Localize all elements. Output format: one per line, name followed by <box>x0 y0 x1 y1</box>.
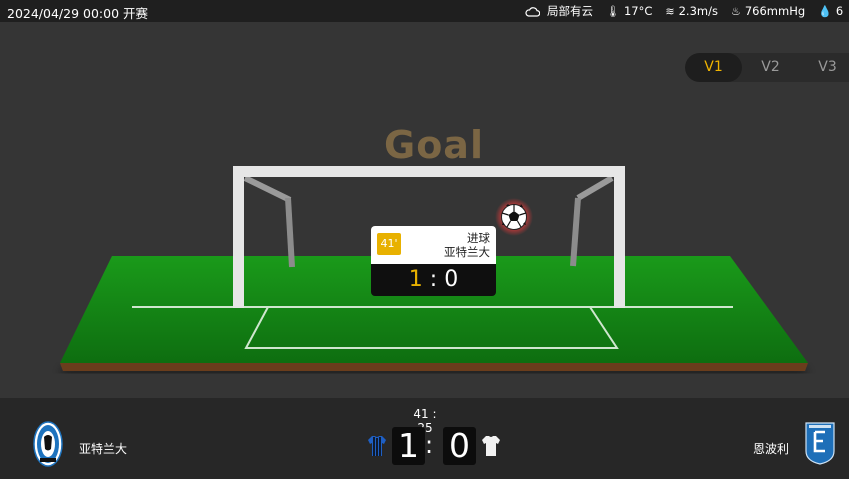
event-away-score: 0 <box>444 267 459 292</box>
event-team: 亚特兰大 <box>444 245 490 259</box>
goal-crossbar <box>233 166 625 177</box>
event-info: 41' 进球 亚特兰大 <box>371 226 496 264</box>
away-score: 0 <box>443 427 476 465</box>
version-tabs: V1 V2 V3 <box>685 53 849 82</box>
scoreboard: 亚特兰大 41 : 25 1 : 0 恩波利 <box>0 398 849 479</box>
pitch-soil-edge <box>60 363 808 371</box>
goal-right-post <box>614 166 625 308</box>
event-text: 进球 亚特兰大 <box>444 231 490 259</box>
atalanta-crest-icon <box>33 421 63 467</box>
home-score: 1 <box>392 427 425 465</box>
goal-back-right-post <box>570 197 581 267</box>
goal-back-left <box>243 175 292 203</box>
tab-v3[interactable]: V3 <box>799 53 849 82</box>
away-jersey-icon <box>482 436 500 456</box>
animation-title: Goal <box>384 123 484 167</box>
goal-back-right <box>576 175 614 201</box>
home-team-name: 亚特兰大 <box>79 442 128 456</box>
empoli-crest-icon <box>805 422 835 465</box>
tab-v2[interactable]: V2 <box>742 53 799 82</box>
away-team-name: 恩波利 <box>753 442 790 456</box>
goal-event-popup: 41' 进球 亚特兰大 1 : 0 <box>371 226 496 296</box>
home-jersey-icon <box>368 436 386 456</box>
event-home-score: 1 <box>408 267 423 292</box>
tab-v1[interactable]: V1 <box>685 53 742 82</box>
event-score: 1 : 0 <box>371 264 496 296</box>
goal-back-left-post <box>285 197 295 268</box>
goal-left-post <box>233 166 244 308</box>
event-minute-badge: 41' <box>377 233 401 255</box>
event-score-separator: : <box>429 267 438 292</box>
event-type: 进球 <box>467 231 490 245</box>
soccer-ball-icon <box>501 204 527 230</box>
score-separator: : <box>425 431 434 459</box>
